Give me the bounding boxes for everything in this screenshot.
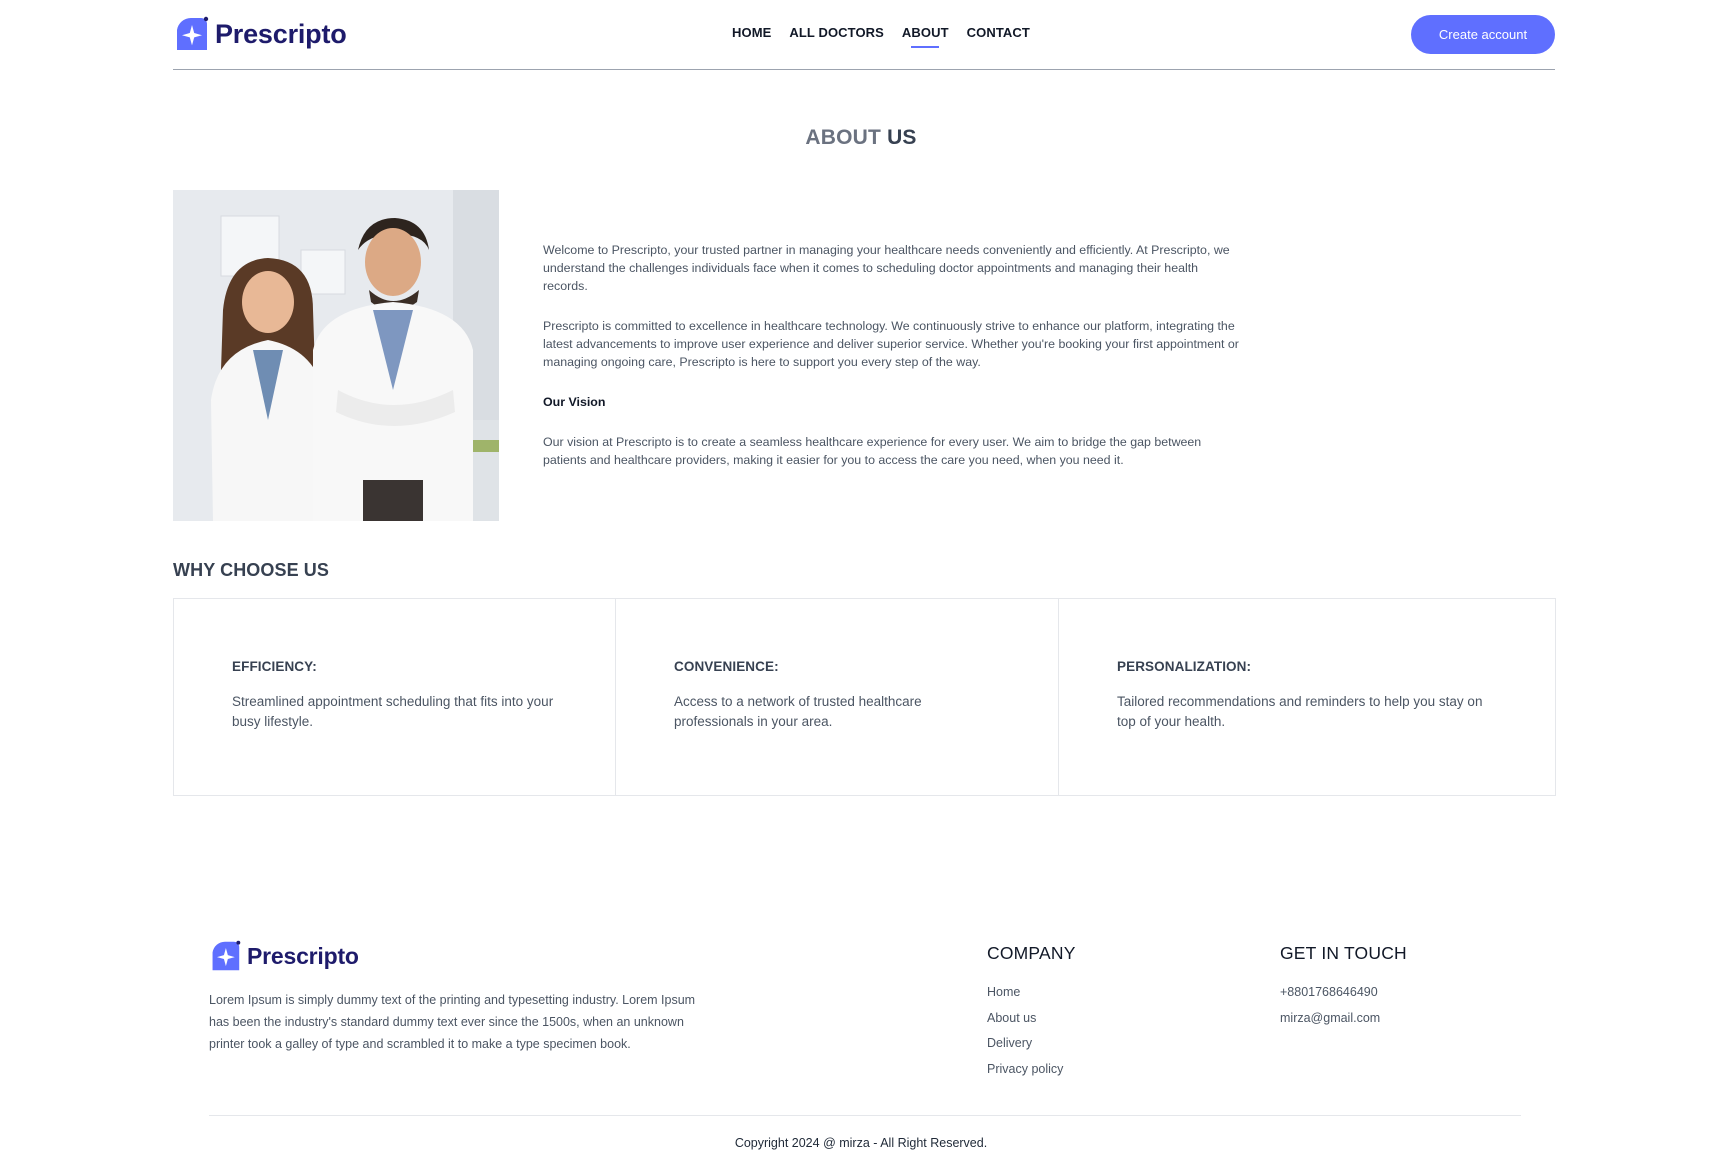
main-nav: HOME ALL DOCTORS ABOUT CONTACT — [732, 25, 1030, 48]
footer-phone[interactable]: +8801768646490 — [1280, 980, 1407, 1006]
about-paragraph-intro: Welcome to Prescripto, your trusted part… — [543, 243, 1230, 293]
vision-heading: Our Vision — [543, 395, 606, 409]
why-choose-us-heading: WHY CHOOSE US — [173, 560, 329, 581]
vision-paragraph: Our vision at Prescripto is to create a … — [543, 435, 1202, 467]
why-choose-us-grid: EFFICIENCY: Streamlined appointment sche… — [173, 598, 1556, 796]
why-title-light: WHY — [173, 560, 215, 580]
why-title-bold: CHOOSE US — [220, 560, 330, 580]
copyright-text: Copyright 2024 @ mirza - All Right Reser… — [734, 1136, 988, 1150]
star-cross-icon — [177, 16, 209, 50]
footer-contact-heading: GET IN TOUCH — [1280, 943, 1407, 963]
star-cross-icon — [212, 940, 241, 971]
why-card-efficiency[interactable]: EFFICIENCY: Streamlined appointment sche… — [174, 599, 616, 795]
why-card-text: Access to a network of trusted healthcar… — [674, 694, 922, 729]
nav-contact[interactable]: CONTACT — [967, 25, 1030, 46]
about-paragraph-commitment: Prescripto is committed to excellence in… — [543, 319, 1239, 369]
doctors-illustration — [173, 190, 499, 521]
doctors-photo — [173, 190, 499, 521]
footer-divider — [209, 1115, 1521, 1116]
about-content: Welcome to Prescripto, your trusted part… — [543, 241, 1243, 491]
why-card-title: PERSONALIZATION: — [1117, 659, 1252, 674]
footer-company-heading: COMPANY — [987, 943, 1076, 963]
footer-contact-column: GET IN TOUCH +8801768646490 mirza@gmail.… — [1280, 943, 1407, 1031]
create-account-button[interactable]: Create account — [1411, 15, 1555, 54]
nav-about[interactable]: ABOUT — [902, 25, 949, 48]
footer-contact-list: +8801768646490 mirza@gmail.com — [1280, 980, 1407, 1031]
footer-link-home[interactable]: Home — [987, 980, 1076, 1006]
footer-company-column: COMPANY Home About us Delivery Privacy p… — [987, 943, 1076, 1082]
why-card-text: Tailored recommendations and reminders t… — [1117, 694, 1483, 729]
footer-link-about-us[interactable]: About us — [987, 1006, 1076, 1032]
nav-all-doctors[interactable]: ALL DOCTORS — [789, 25, 884, 46]
brand-logo[interactable]: Prescripto — [173, 16, 347, 52]
page-title: ABOUT US — [0, 126, 1722, 150]
footer-link-delivery[interactable]: Delivery — [987, 1031, 1076, 1057]
why-card-title: EFFICIENCY: — [232, 659, 317, 674]
footer-brand-name: Prescripto — [247, 942, 359, 969]
why-card-personalization[interactable]: PERSONALIZATION: Tailored recommendation… — [1059, 599, 1555, 795]
page-title-light: ABOUT — [805, 126, 882, 149]
why-card-text: Streamlined appointment scheduling that … — [232, 694, 554, 729]
footer-email[interactable]: mirza@gmail.com — [1280, 1006, 1407, 1032]
footer-link-privacy-policy[interactable]: Privacy policy — [987, 1057, 1076, 1083]
footer-company-links: Home About us Delivery Privacy policy — [987, 980, 1076, 1082]
nav-home[interactable]: HOME — [732, 25, 771, 46]
why-card-title: CONVENIENCE: — [674, 659, 779, 674]
why-card-convenience[interactable]: CONVENIENCE: Access to a network of trus… — [616, 599, 1059, 795]
navbar: Prescripto HOME ALL DOCTORS ABOUT CONTAC… — [173, 0, 1555, 70]
page-title-bold: US — [887, 126, 917, 149]
brand-name: Prescripto — [215, 18, 347, 49]
footer-brand-logo[interactable]: Prescripto — [209, 940, 359, 972]
footer-description: Lorem Ipsum is simply dummy text of the … — [209, 993, 696, 1051]
